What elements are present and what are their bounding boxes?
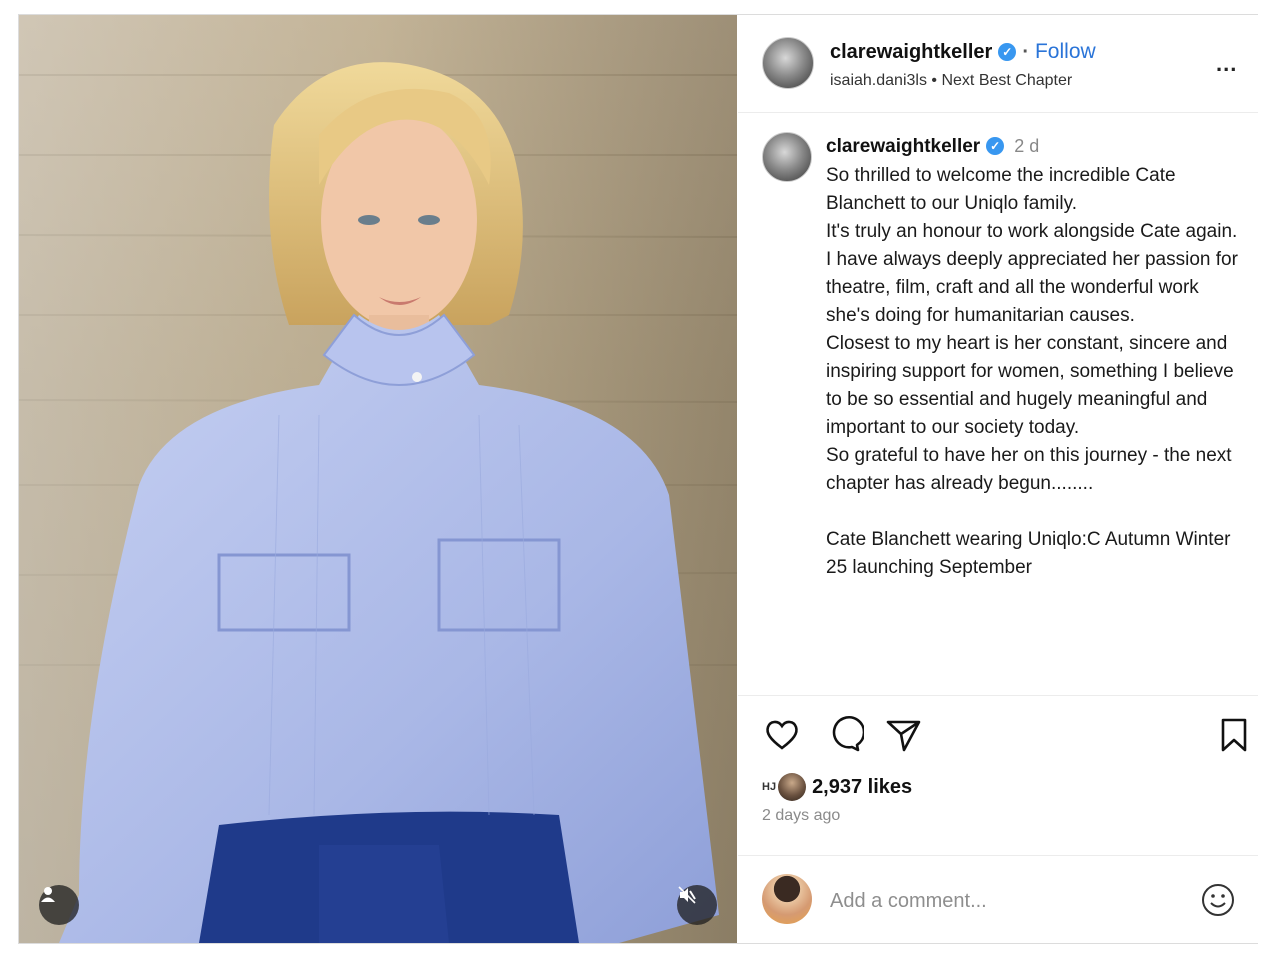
liker-avatar[interactable] [778, 773, 807, 801]
collaborator-username[interactable]: isaiah.dani3ls [830, 72, 927, 89]
subtitle-separator: • [931, 72, 938, 89]
post-subtitle: isaiah.dani3ls • Next Best Chapter [830, 72, 1072, 90]
speaker-muted-icon[interactable] [677, 885, 717, 925]
bookmark-icon[interactable] [1214, 715, 1254, 755]
caption-time: 2 d [1014, 136, 1040, 156]
verified-badge-icon: ✓ [998, 43, 1017, 61]
viewer-avatar [762, 874, 812, 924]
post-header: clarewaightkeller ✓ · Follow isaiah.dani3ls… [738, 15, 1258, 113]
post-modal: clarewaightkeller ✓ · Follow isaiah.dani3ls… [18, 14, 1258, 944]
caption-paragraph: So grateful to have her on this journey … [826, 445, 1232, 494]
author-username[interactable]: clarewaightkeller [830, 41, 992, 63]
author-avatar[interactable] [762, 37, 814, 89]
comment-bubble-icon[interactable] [824, 715, 866, 755]
caption-paragraph: Closest to my heart is her constant, sin… [826, 333, 1234, 438]
post-timestamp[interactable]: 2 days ago [762, 807, 840, 825]
caption-text: So thrilled to welcome the incredible Ca… [826, 162, 1246, 582]
caption-username[interactable]: clarewaightkeller [826, 136, 980, 157]
caption-paragraph: I have always deeply appreciated her pas… [826, 249, 1238, 326]
author-line: clarewaightkeller ✓ · Follow [830, 40, 1096, 64]
follow-button[interactable]: Follow [1035, 40, 1096, 63]
caption-author-line: clarewaightkeller ✓ 2 d [826, 136, 1039, 158]
caption-paragraph: So thrilled to welcome the incredible Ca… [826, 165, 1176, 214]
caption-paragraph: Cate Blanchett wearing Uniqlo:C Autumn W… [826, 529, 1231, 578]
post-sidebar: clarewaightkeller ✓ · Follow isaiah.dani3ls… [738, 15, 1258, 943]
verified-badge-icon: ✓ [986, 137, 1005, 155]
caption-paragraph: It's truly an honour to work alongside C… [826, 221, 1238, 242]
comment-input[interactable] [830, 886, 1160, 916]
caption-author-avatar[interactable] [762, 132, 812, 182]
audio-title[interactable]: Next Best Chapter [941, 72, 1072, 89]
likes-count[interactable]: 2,937 likes [812, 776, 912, 799]
separator-dot: · [1022, 41, 1029, 63]
portrait-illustration [19, 15, 737, 943]
smiley-icon[interactable] [1200, 882, 1236, 918]
more-options-icon[interactable]: ... [1216, 51, 1237, 77]
comment-composer [738, 855, 1258, 943]
liker-initials: HJ [762, 781, 777, 793]
action-bar [738, 715, 1258, 759]
caption-spacer [826, 498, 1246, 526]
likes-row: HJ 2,937 likes [762, 771, 912, 803]
caption-section: clarewaightkeller ✓ 2 d So thrilled to wel… [738, 114, 1258, 696]
heart-icon[interactable] [762, 715, 802, 755]
post-photo[interactable] [19, 15, 737, 943]
paper-plane-icon[interactable] [884, 715, 924, 755]
user-tag-icon[interactable] [39, 885, 79, 925]
